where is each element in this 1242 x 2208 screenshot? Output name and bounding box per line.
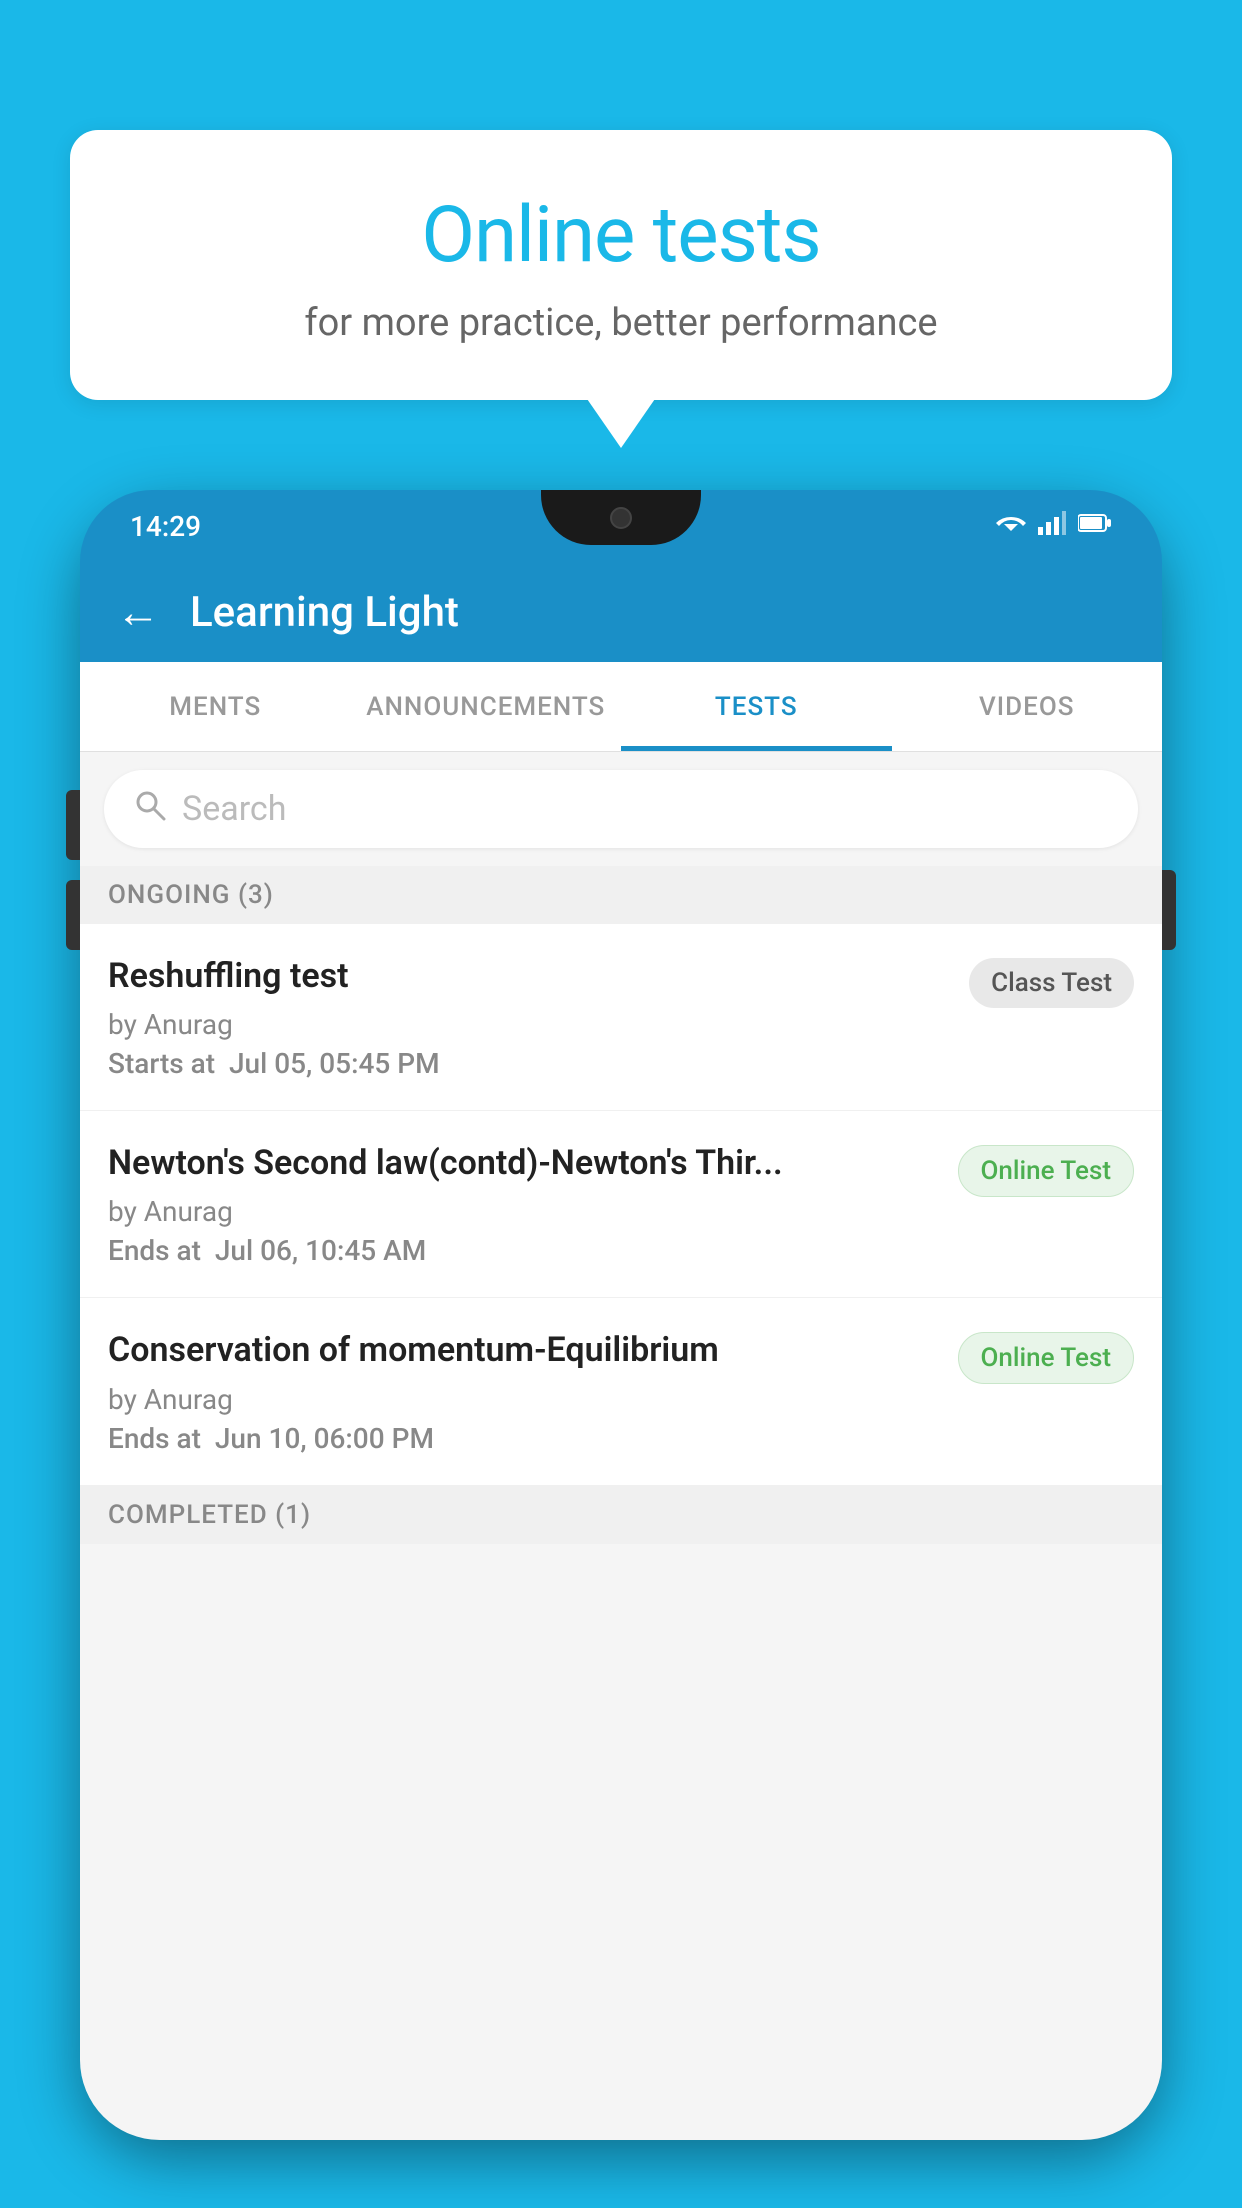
phone-notch: [541, 490, 701, 545]
tab-videos[interactable]: VIDEOS: [892, 662, 1163, 751]
test-badge-2: Online Test: [958, 1145, 1135, 1197]
test-info-1: Reshuffling test by Anurag Starts at Jul…: [108, 954, 953, 1080]
test-author-3: by Anurag: [108, 1383, 942, 1416]
ongoing-section-header: ONGOING (3): [80, 866, 1162, 924]
search-bar[interactable]: Search: [104, 770, 1138, 848]
tabs-bar: MENTS ANNOUNCEMENTS TESTS VIDEOS: [80, 662, 1162, 752]
status-bar: 14:29: [80, 490, 1162, 562]
wifi-icon: [996, 511, 1026, 542]
phone-screen: Search ONGOING (3) Reshuffling test by A…: [80, 752, 1162, 2140]
camera-dot: [610, 507, 632, 529]
tab-announcements[interactable]: ANNOUNCEMENTS: [351, 662, 622, 751]
status-time: 14:29: [130, 510, 201, 543]
app-title: Learning Light: [190, 588, 459, 637]
volume-down-button: [66, 880, 80, 950]
back-button[interactable]: ←: [116, 586, 160, 638]
bubble-subtitle: for more practice, better performance: [120, 301, 1122, 345]
test-time-1: Starts at Jul 05, 05:45 PM: [108, 1047, 953, 1080]
volume-up-button: [66, 790, 80, 860]
status-icons: [996, 511, 1112, 542]
test-name-3: Conservation of momentum-Equilibrium: [108, 1328, 942, 1372]
ongoing-label: ONGOING (3): [108, 880, 274, 910]
test-badge-1: Class Test: [969, 958, 1134, 1008]
tab-ments[interactable]: MENTS: [80, 662, 351, 751]
test-name-1: Reshuffling test: [108, 954, 953, 998]
speech-bubble: Online tests for more practice, better p…: [70, 130, 1172, 400]
bubble-title: Online tests: [120, 190, 1122, 281]
test-info-2: Newton's Second law(contd)-Newton's Thir…: [108, 1141, 942, 1267]
completed-label: COMPLETED (1): [108, 1500, 311, 1530]
phone-wrapper: 14:29: [80, 490, 1162, 2208]
search-icon: [134, 788, 166, 830]
signal-icon: [1038, 511, 1066, 542]
search-bar-wrap: Search: [80, 752, 1162, 866]
test-author-2: by Anurag: [108, 1195, 942, 1228]
search-placeholder: Search: [182, 789, 286, 829]
power-button: [1162, 870, 1176, 950]
completed-section-header: COMPLETED (1): [80, 1486, 1162, 1544]
tab-tests[interactable]: TESTS: [621, 662, 892, 751]
test-time-3: Ends at Jun 10, 06:00 PM: [108, 1422, 942, 1455]
test-item-3[interactable]: Conservation of momentum-Equilibrium by …: [80, 1298, 1162, 1485]
test-name-2: Newton's Second law(contd)-Newton's Thir…: [108, 1141, 942, 1185]
test-time-2: Ends at Jul 06, 10:45 AM: [108, 1234, 942, 1267]
app-header: ← Learning Light: [80, 562, 1162, 662]
test-item-2[interactable]: Newton's Second law(contd)-Newton's Thir…: [80, 1111, 1162, 1298]
battery-icon: [1078, 511, 1112, 541]
test-info-3: Conservation of momentum-Equilibrium by …: [108, 1328, 942, 1454]
phone-device: 14:29: [80, 490, 1162, 2140]
test-item-1[interactable]: Reshuffling test by Anurag Starts at Jul…: [80, 924, 1162, 1111]
test-author-1: by Anurag: [108, 1008, 953, 1041]
test-badge-3: Online Test: [958, 1332, 1135, 1384]
